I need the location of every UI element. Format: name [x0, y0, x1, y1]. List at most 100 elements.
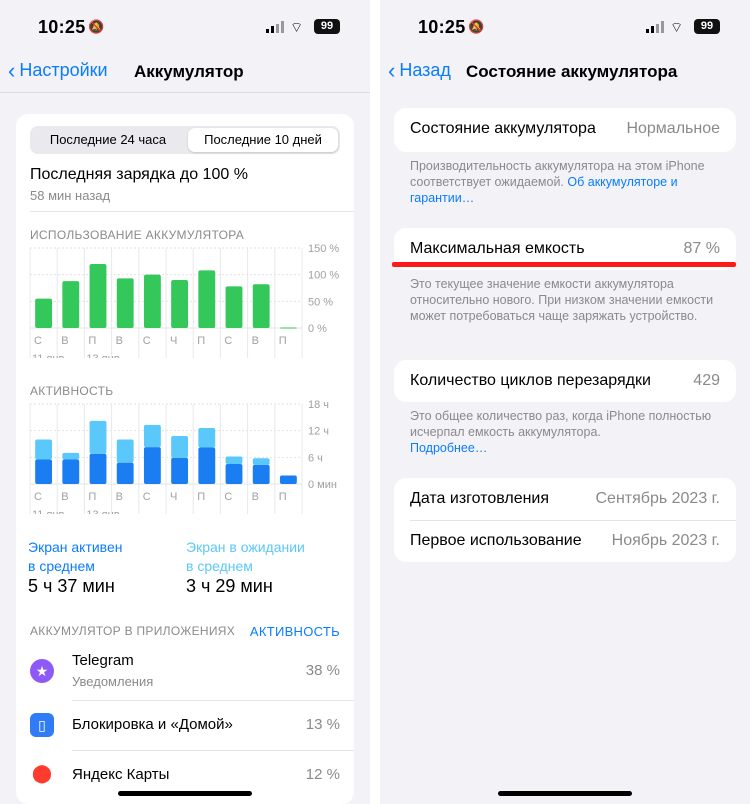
cellular-signal-icon — [646, 21, 664, 33]
usage-xtick: В — [61, 335, 68, 347]
activity-bar — [35, 439, 53, 460]
activity-xtick: С — [143, 491, 151, 503]
row-value: Сентябрь 2023 г. — [595, 490, 721, 507]
home-indicator[interactable] — [118, 791, 252, 796]
yandex-maps-icon: ⬤ — [30, 761, 54, 785]
usage-ytick: 50 % — [308, 296, 333, 308]
app-percent: 12 % — [305, 766, 340, 783]
usage-bar — [143, 274, 161, 328]
app-row-lock-screen[interactable]: ▯ Блокировка и «Домой» 13 % — [16, 700, 354, 750]
usage-bar — [62, 281, 80, 328]
app-row-telegram[interactable]: ★ Telegram Уведомления 38 % — [16, 646, 354, 696]
page-title: Аккумулятор — [134, 62, 244, 81]
segment-24h[interactable]: Последние 24 часа — [32, 128, 184, 152]
activity-date-label: 11 янв. — [32, 509, 67, 514]
manufacture-date-row: Дата изготовления Сентябрь 2023 г. — [394, 478, 736, 520]
usage-ytick: 150 % — [308, 243, 339, 255]
usage-bar — [116, 278, 134, 328]
app-name: Яндекс Карты — [72, 766, 170, 783]
period-segmented-control: Последние 24 часа Последние 10 дней — [30, 126, 340, 154]
activity-xtick: В — [252, 491, 259, 503]
activity-ytick: 0 мин — [308, 479, 337, 491]
activity-xtick: П — [197, 491, 205, 503]
activity-xtick: С — [34, 491, 42, 503]
chevron-left-icon: ‹ — [388, 57, 396, 83]
segment-10d[interactable]: Последние 10 дней — [188, 128, 338, 152]
activity-bar — [252, 458, 270, 465]
status-time: 10:25 — [418, 17, 466, 37]
silent-bell-icon: 🔕 — [88, 19, 105, 34]
screen-idle-value: 3 ч 29 мин — [186, 576, 273, 596]
activity-xtick: П — [88, 491, 96, 503]
row-label: Состояние аккумулятора — [410, 120, 596, 137]
usage-ytick: 100 % — [308, 270, 339, 282]
status-time: 10:25 — [38, 17, 86, 37]
divider — [0, 92, 370, 93]
last-charge-title: Последняя зарядка до 100 % — [30, 166, 248, 183]
silent-bell-icon: 🔕 — [468, 19, 485, 34]
activity-bar — [143, 447, 161, 484]
usage-xtick: Ч — [170, 335, 177, 347]
usage-xtick: С — [224, 335, 232, 347]
divider — [30, 211, 354, 212]
activity-bar — [225, 456, 243, 464]
usage-xtick: П — [279, 335, 287, 347]
activity-bar — [252, 464, 270, 484]
usage-bar — [225, 286, 243, 328]
activity-bar — [198, 428, 216, 448]
screen-on-label: Экран активен в среднем — [28, 539, 123, 574]
chevron-left-icon: ‹ — [8, 57, 16, 83]
battery-health-row: Состояние аккумулятора Нормальное — [394, 108, 736, 150]
activity-bar — [171, 457, 189, 484]
last-charge-time: 58 мин назад — [30, 188, 111, 203]
activity-bar — [198, 447, 216, 484]
activity-xtick: В — [61, 491, 68, 503]
cellular-signal-icon — [266, 21, 284, 33]
row-label: Максимальная емкость — [410, 240, 585, 257]
health-group: Состояние аккумулятора Нормальное — [394, 108, 736, 152]
activity-ytick: 6 ч — [308, 452, 323, 464]
cycle-count-row: Количество циклов перезарядки 429 — [394, 360, 736, 402]
activity-toggle-link[interactable]: АКТИВНОСТЬ — [250, 624, 340, 639]
wifi-icon: ⌔ — [670, 19, 684, 35]
more-link[interactable]: Подробнее… — [410, 441, 487, 455]
activity-xtick: Ч — [170, 491, 177, 503]
app-percent: 13 % — [305, 716, 340, 733]
apps-header: АККУМУЛЯТОР В ПРИЛОЖЕНИЯХ — [30, 624, 236, 638]
row-value: Ноябрь 2023 г. — [611, 532, 720, 549]
usage-xtick: П — [88, 335, 96, 347]
battery-screen: 10:25 🔕 ⌔ 99 ‹ Настройки Аккумулятор Посл… — [0, 0, 370, 804]
battery-usage-chart: 150 % 100 % 50 % 0 % С В П В С Ч П С В П 11 янв. 13 янв… — [29, 243, 339, 358]
cycles-group: Количество циклов перезарядки 429 — [394, 360, 736, 402]
usage-xtick: В — [116, 335, 123, 347]
activity-bar — [35, 459, 53, 484]
wifi-icon: ⌔ — [290, 19, 304, 35]
activity-bar — [143, 424, 161, 448]
page-title: Состояние аккумулятора — [466, 62, 678, 81]
usage-bar — [198, 270, 216, 328]
back-label: Назад — [399, 60, 451, 80]
home-indicator[interactable] — [498, 791, 632, 796]
usage-xtick: С — [143, 335, 151, 347]
nav-bar: ‹ Настройки Аккумулятор — [0, 52, 370, 92]
back-button[interactable]: ‹ Назад — [388, 57, 451, 83]
back-button[interactable]: ‹ Настройки — [8, 57, 108, 83]
activity-bar — [279, 475, 297, 484]
row-value: Нормальное — [626, 120, 720, 137]
row-value: 87 % — [683, 240, 720, 257]
lock-screen-icon: ▯ — [30, 713, 54, 737]
app-percent: 38 % — [305, 662, 340, 679]
back-label: Настройки — [19, 60, 108, 80]
battery-health-screen: 10:25 🔕 ⌔ 99 ‹ Назад Состояние аккумулято… — [380, 0, 750, 804]
activity-bar — [225, 464, 243, 484]
usage-date-label: 13 янв. — [86, 353, 122, 358]
row-label: Дата изготовления — [410, 490, 550, 507]
activity-ytick: 12 ч — [308, 426, 329, 438]
usage-xtick: П — [197, 335, 205, 347]
app-name: Блокировка и «Домой» — [72, 716, 233, 733]
activity-bar — [89, 453, 107, 484]
app-sub: Уведомления — [72, 674, 154, 689]
activity-bar — [62, 452, 80, 460]
screen-on-value: 5 ч 37 мин — [28, 576, 115, 596]
usage-date-label: 11 янв. — [32, 353, 67, 358]
